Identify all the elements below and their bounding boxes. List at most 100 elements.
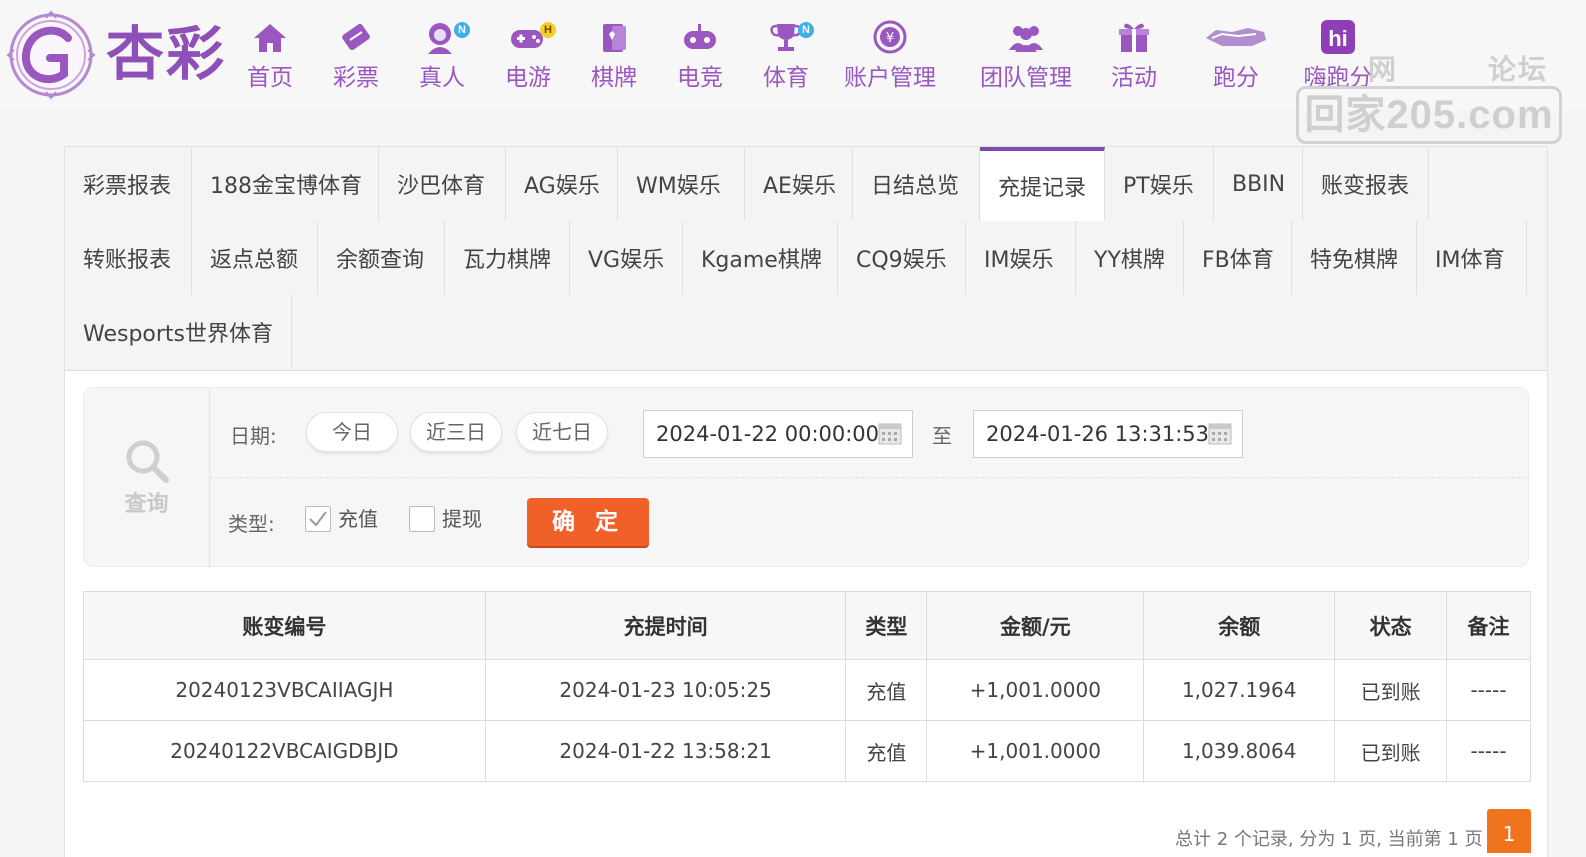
forum-watermark: 网论坛 回家205.com [1296,48,1562,146]
record-balance: 1,039.8064 [1143,720,1336,782]
search-icon [126,440,169,483]
logo-emblem-icon [6,10,96,100]
record-time: 2024-01-23 10:05:25 [484,659,847,721]
col-header-status: 状态 [1334,591,1448,660]
watermark-domain: 回家205.com [1296,86,1562,144]
main-nav: 首页 彩票 N 真人 H 电游 棋牌 电竞 N 体育 ¥ 账户管理 团队管理 活… [236,18,1376,98]
tab-row2-1[interactable]: 返点总额 [192,221,318,295]
nav-item-home[interactable]: 首页 [236,18,304,98]
to-label: 至 [932,424,952,448]
cards-icon [603,24,626,52]
tab-row2-7[interactable]: IM娱乐 [966,221,1076,295]
tab-row3-0[interactable]: Wesports世界体育 [65,295,292,369]
home-icon [254,24,286,52]
tab-row2-6[interactable]: CQ9娱乐 [838,221,966,295]
tab-row1-9[interactable]: BBIN [1214,147,1303,221]
record-id: 20240122VBCAIGDBJD [83,720,486,782]
table-row: 20240122VBCAIGDBJD 2024-01-22 13:58:21 充… [83,720,1531,782]
date-filter-row: 日期: 今日 近三日 近七日 2024-01-22 00:00:00 至 202… [210,388,1530,478]
tab-row1-5[interactable]: AE娱乐 [745,147,853,221]
logo-text: 杏彩 [106,20,227,88]
tab-row-2: 转账报表 返点总额 余额查询 瓦力棋牌 VG娱乐 Kgame棋牌 CQ9娱乐 IM娱乐 YY棋牌… [65,221,1527,295]
tab-row1-10[interactable]: 账变报表 [1303,147,1429,221]
team-icon [1009,26,1043,52]
calendar-icon[interactable] [1208,421,1232,445]
record-type: 充值 [845,720,928,782]
tab-row2-9[interactable]: FB体育 [1184,221,1292,295]
nav-item-esports[interactable]: 电竞 [666,18,734,98]
tab-row2-2[interactable]: 余额查询 [318,221,445,295]
tab-row1-1[interactable]: 188金宝博体育 [192,147,379,221]
record-status: 已到账 [1334,720,1448,782]
brand-logo[interactable]: 杏彩 [6,10,236,100]
gift-icon [1119,23,1149,52]
tab-row1-4[interactable]: WM娱乐 [618,147,745,221]
record-id: 20240123VBCAIIAGJH [83,659,486,721]
report-panel: 彩票报表 188金宝博体育 沙巴体育 AG娱乐 WM娱乐 AE娱乐 日结总览 充提记录 PT娱乐… [64,146,1548,857]
tab-row1-3[interactable]: AG娱乐 [506,147,618,221]
col-header-amount: 金额/元 [926,591,1145,660]
record-amount: +1,001.0000 [926,659,1145,721]
record-time: 2024-01-22 13:58:21 [484,720,847,782]
tab-row2-8[interactable]: YY棋牌 [1076,221,1184,295]
start-date-input[interactable]: 2024-01-22 00:00:00 [643,410,913,458]
hot-badge: H [540,22,556,38]
nav-label: 电竞 [677,65,723,91]
new-badge: N [798,22,814,38]
withdraw-checkbox[interactable] [409,506,435,532]
tab-row1-0[interactable]: 彩票报表 [65,147,192,221]
calendar-icon[interactable] [878,421,902,445]
tab-row1-7[interactable]: 充提记录 [980,147,1105,221]
tab-row2-0[interactable]: 转账报表 [65,221,192,295]
nav-label: 活动 [1111,65,1157,91]
account-icon: ¥ [873,20,907,54]
esports-controller-icon [684,24,716,49]
tab-row2-11[interactable]: IM体育 [1417,221,1527,295]
nav-item-lottery[interactable]: 彩票 [322,18,390,98]
end-date-input[interactable]: 2024-01-26 13:31:53 [973,410,1243,458]
tab-row1-2[interactable]: 沙巴体育 [379,147,506,221]
record-note: ----- [1446,720,1531,782]
withdraw-label: 提现 [442,507,482,531]
record-note: ----- [1446,659,1531,721]
quick-3days-button[interactable]: 近三日 [410,412,502,452]
nav-label: 棋牌 [591,65,637,91]
query-filter: 查询 日期: 今日 近三日 近七日 2024-01-22 00:00:00 至 … [83,387,1530,568]
tab-row2-4[interactable]: VG娱乐 [570,221,683,295]
nav-item-live[interactable]: N 真人 [408,18,476,98]
nav-item-account[interactable]: ¥ 账户管理 [838,18,942,98]
start-date-value: 2024-01-22 00:00:00 [656,422,880,446]
nav-item-running-score[interactable]: 跑分 [1202,18,1270,98]
nav-label: 跑分 [1213,65,1259,91]
nav-item-chess-cards[interactable]: 棋牌 [580,18,648,98]
top-header: 杏彩 首页 彩票 N 真人 H 电游 棋牌 电竞 N 体育 ¥ 账户管理 团队管… [0,0,1586,144]
col-header-id: 账变编号 [83,591,486,660]
table-header-row: 账变编号 充提时间 类型 金额/元 余额 状态 备注 [83,591,1531,660]
watermark-top-text: 网论坛 [1368,53,1549,86]
tab-row1-8[interactable]: PT娱乐 [1105,147,1214,221]
running-score-icon [1206,28,1266,46]
quick-7days-button[interactable]: 近七日 [516,412,608,452]
nav-item-team[interactable]: 团队管理 [974,18,1078,98]
col-header-balance: 余额 [1143,591,1336,660]
quick-today-button[interactable]: 今日 [306,412,398,452]
nav-label: 账户管理 [844,65,936,91]
nav-item-events[interactable]: 活动 [1106,18,1162,98]
type-label: 类型: [228,512,275,536]
nav-item-sports[interactable]: N 体育 [752,18,820,98]
col-header-time: 充提时间 [484,591,847,660]
tab-row2-3[interactable]: 瓦力棋牌 [445,221,570,295]
table-row: 20240123VBCAIIAGJH 2024-01-23 10:05:25 充… [83,659,1531,721]
confirm-button[interactable]: 确 定 [527,498,649,546]
type-filter-row: 类型: 充值 提现 确 定 [210,478,1530,568]
tab-row1-6[interactable]: 日结总览 [853,147,980,221]
nav-item-slots[interactable]: H 电游 [494,18,562,98]
tab-row2-5[interactable]: Kgame棋牌 [683,221,838,295]
nav-label: 团队管理 [980,65,1072,91]
lottery-ticket-icon [342,23,370,51]
page-1-button[interactable]: 1 [1487,809,1531,853]
col-header-note: 备注 [1446,591,1531,660]
tab-row2-10[interactable]: 特免棋牌 [1292,221,1417,295]
record-amount: +1,001.0000 [926,720,1145,782]
deposit-checkbox[interactable] [305,506,331,532]
